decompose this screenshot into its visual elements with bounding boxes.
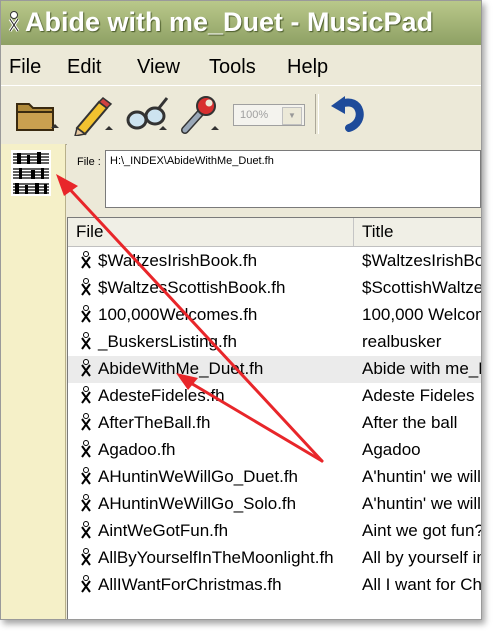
score-thumbnail[interactable] [9,150,57,196]
list-item[interactable]: AHuntinWeWillGo_Duet.fh A'huntin' we will… [68,464,481,491]
list-item[interactable]: AllIWantForChristmas.fh All I want for Ch… [68,572,482,599]
tools-wrench-button[interactable] [175,92,219,136]
open-folder-button[interactable] [13,92,59,136]
edit-pencil-button[interactable] [69,92,113,137]
undo-arrow-icon [331,96,364,132]
file-name-cell: AdesteFideles.fh [98,386,225,405]
file-info-panel: File : H:\_INDEX\AbideWithMe_Duet.fh [67,144,481,216]
menu-edit[interactable]: Edit [67,56,101,79]
wrench-icon [181,96,219,134]
title-bar[interactable]: Abide with me_Duet - MusicPad [1,1,481,45]
list-item[interactable]: AintWeGotFun.fh Aint we got fun? [68,518,482,545]
zoom-select[interactable]: 100% ▼ [233,104,305,126]
column-header-title[interactable]: Title [354,218,481,246]
title-cell: All by yourself in the [362,548,481,567]
title-cell: All I want for Christmas [362,575,482,594]
list-item[interactable]: $WaltzesIrishBook.fh $WaltzesIrishBook [68,248,481,275]
list-item[interactable]: AdesteFideles.fh Adeste Fideles [68,383,481,410]
file-list[interactable]: File Title $WaltzesIrishBook.fh $WaltzesI… [67,217,482,619]
musicpad-file-icon [80,440,94,460]
file-path-label: File : [77,156,101,168]
title-cell: 100,000 Welcomes [362,305,481,324]
glasses-icon [126,97,169,130]
file-name-cell: AHuntinWeWillGo_Solo.fh [98,494,297,513]
title-cell: Agadoo [362,440,421,459]
title-cell: Adeste Fideles [362,386,475,405]
file-path-value: H:\_INDEX\AbideWithMe_Duet.fh [110,155,274,167]
title-cell: realbusker [362,332,442,351]
file-name-cell: _BuskersListing.fh [98,332,237,351]
musicpad-file-icon [80,548,94,568]
toolbar: 100% ▼ [1,85,481,145]
musicpad-file-icon [80,359,94,379]
file-name-cell: AfterTheBall.fh [98,413,211,432]
toolbar-separator [315,94,319,134]
menu-tools[interactable]: Tools [209,56,256,79]
menu-help[interactable]: Help [287,56,328,79]
musicpad-file-icon [80,575,94,595]
zoom-value: 100% [240,109,269,121]
menu-bar: File Edit View Tools Help [1,48,481,82]
list-item[interactable]: Agadoo.fh Agadoo [68,437,481,464]
musicpad-file-icon [80,251,94,271]
chevron-down-icon[interactable]: ▼ [282,107,302,125]
title-cell: After the ball [362,413,458,432]
list-item[interactable]: $WaltzesScottishBook.fh $ScottishWaltzes [68,275,482,302]
file-list-header: File Title [68,218,481,247]
file-name-cell: AllByYourselfInTheMoonlight.fh [98,548,334,567]
title-cell: $WaltzesIrishBook [362,251,481,270]
file-name-cell: $WaltzesScottishBook.fh [98,278,286,297]
list-item-selected[interactable]: AbideWithMe_Duet.fh Abide with me_Duet [68,356,481,383]
list-item[interactable]: 100,000Welcomes.fh 100,000 Welcomes [68,302,481,329]
musicpad-file-icon [80,305,94,325]
musicpad-file-icon [80,332,94,352]
window-title: Abide with me_Duet - MusicPad [25,7,434,37]
title-cell: A'huntin' we will go [362,494,481,513]
sheet-music-thumbnail-icon [11,150,51,196]
app-window: Abide with me_Duet - MusicPad File Edit … [0,0,482,620]
file-name-cell: AbideWithMe_Duet.fh [98,359,264,378]
musicpad-app-icon [7,9,21,35]
list-item[interactable]: AHuntinWeWillGo_Solo.fh A'huntin' we will… [68,491,481,518]
pencil-icon [73,97,113,137]
list-item[interactable]: AllByYourselfInTheMoonlight.fh All by you… [68,545,481,572]
folder-icon [16,103,59,131]
undo-button[interactable] [327,92,367,136]
column-header-file[interactable]: File [68,218,354,246]
file-name-cell: AHuntinWeWillGo_Duet.fh [98,467,298,486]
file-name-cell: 100,000Welcomes.fh [98,305,258,324]
musicpad-file-icon [80,494,94,514]
title-cell: $ScottishWaltzes [362,278,482,297]
list-item[interactable]: AfterTheBall.fh After the ball [68,410,481,437]
menu-file[interactable]: File [9,56,41,79]
file-name-cell: Agadoo.fh [98,440,176,459]
title-cell: A'huntin' we will go [362,467,481,486]
title-cell: Abide with me_Duet [362,359,481,378]
file-path-field[interactable]: H:\_INDEX\AbideWithMe_Duet.fh [105,150,481,208]
musicpad-file-icon [80,413,94,433]
file-name-cell: AllIWantForChristmas.fh [98,575,282,594]
musicpad-file-icon [80,521,94,541]
list-item[interactable]: _BuskersListing.fh realbusker [68,329,481,356]
thumbnail-pane [1,144,66,619]
file-name-cell: AintWeGotFun.fh [98,521,229,540]
menu-view[interactable]: View [137,56,180,79]
musicpad-file-icon [80,386,94,406]
file-name-cell: $WaltzesIrishBook.fh [98,251,258,270]
musicpad-file-icon [80,278,94,298]
title-cell: Aint we got fun? [362,521,482,540]
musicpad-file-icon [80,467,94,487]
view-glasses-button[interactable] [123,92,169,136]
